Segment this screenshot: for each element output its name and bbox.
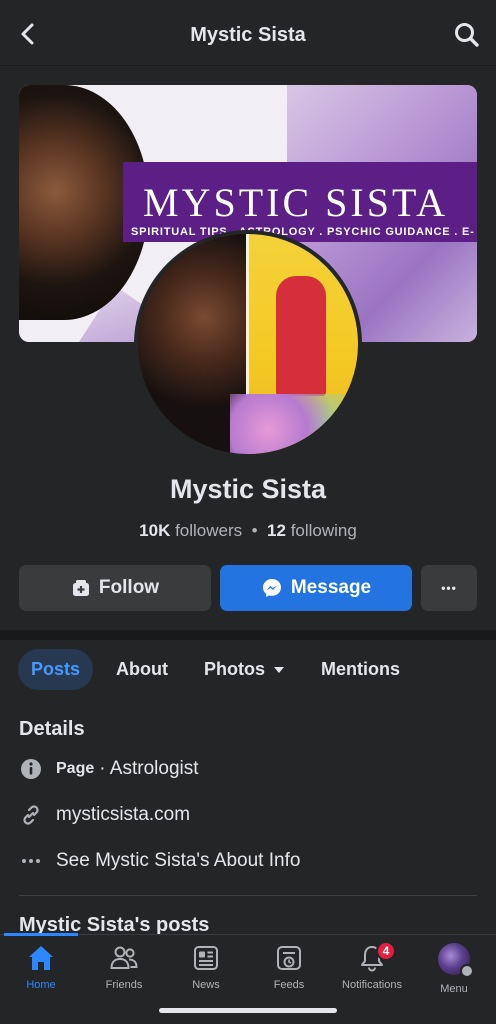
follow-button[interactable]: Follow [19, 565, 211, 611]
home-icon [29, 946, 53, 970]
messenger-icon [262, 579, 281, 597]
info-icon [19, 757, 43, 781]
detail-website[interactable]: mysticsista.com [19, 802, 190, 828]
more-options-button[interactable]: ••• [421, 565, 477, 611]
message-button-label: Message [290, 577, 372, 598]
about-info-link[interactable]: See Mystic Sista's About Info [56, 850, 300, 872]
category-label: Page [56, 760, 95, 777]
profile-name: Mystic Sista [169, 474, 327, 504]
nav-menu-label: Menu [440, 983, 468, 995]
following-label[interactable]: following [291, 521, 357, 540]
active-tab-indicator [4, 933, 78, 936]
home-indicator [159, 1008, 337, 1013]
notification-badge: 4 [376, 941, 396, 961]
section-divider [0, 630, 496, 640]
top-bar: Mystic Sista [0, 0, 496, 66]
caret-down-icon [274, 666, 284, 673]
flowers-image [230, 394, 358, 454]
nav-notifications-label: Notifications [342, 979, 402, 991]
category-value: · Astrologist [99, 758, 199, 779]
follow-button-label: Follow [98, 577, 160, 598]
nav-friends[interactable]: Friends [83, 943, 165, 1003]
nav-home-label: Home [26, 979, 56, 991]
nav-friends-label: Friends [105, 979, 143, 991]
nav-news[interactable]: News [165, 943, 247, 1003]
tab-posts[interactable]: Posts [18, 649, 93, 690]
add-friend-icon [72, 580, 89, 596]
page-title: Mystic Sista [190, 24, 306, 46]
nav-news-label: News [192, 979, 220, 991]
detail-category: Page · Astrologist [19, 756, 199, 782]
followers-label[interactable]: followers [175, 521, 242, 540]
profile-picture[interactable] [138, 234, 358, 454]
search-icon [455, 23, 479, 47]
following-count[interactable]: 12 [267, 521, 286, 540]
nav-notifications[interactable]: 4 Notifications [331, 941, 413, 1003]
followers-count[interactable]: 10K [139, 521, 170, 540]
details-heading: Details [19, 718, 85, 740]
tarot-figure-image [276, 276, 326, 396]
nav-menu[interactable]: Menu [413, 943, 495, 1003]
detail-about-info[interactable]: See Mystic Sista's About Info [19, 848, 300, 874]
link-icon [19, 803, 43, 827]
website-link[interactable]: mysticsista.com [56, 804, 190, 826]
divider [19, 895, 477, 896]
follower-stats: 10K followers • 12 following [0, 521, 496, 541]
tab-mentions[interactable]: Mentions [321, 649, 400, 690]
friends-icon [110, 946, 138, 969]
tab-photos-label: Photos [204, 659, 265, 679]
message-button[interactable]: Message [220, 565, 412, 611]
tab-photos[interactable]: Photos [204, 649, 285, 690]
cover-banner-title: MYSTIC SISTA [143, 180, 449, 225]
search-button[interactable] [452, 20, 482, 50]
menu-lines-icon [460, 964, 474, 978]
nav-feeds[interactable]: Feeds [248, 943, 330, 1003]
nav-home[interactable]: Home [0, 943, 82, 1003]
more-dots-icon [19, 849, 43, 873]
feeds-icon [277, 946, 301, 970]
more-icon: ••• [441, 581, 457, 595]
nav-feeds-label: Feeds [273, 979, 305, 991]
stats-separator: • [251, 521, 258, 540]
tab-about[interactable]: About [116, 649, 168, 690]
menu-avatar [438, 943, 474, 978]
news-icon [194, 946, 218, 970]
